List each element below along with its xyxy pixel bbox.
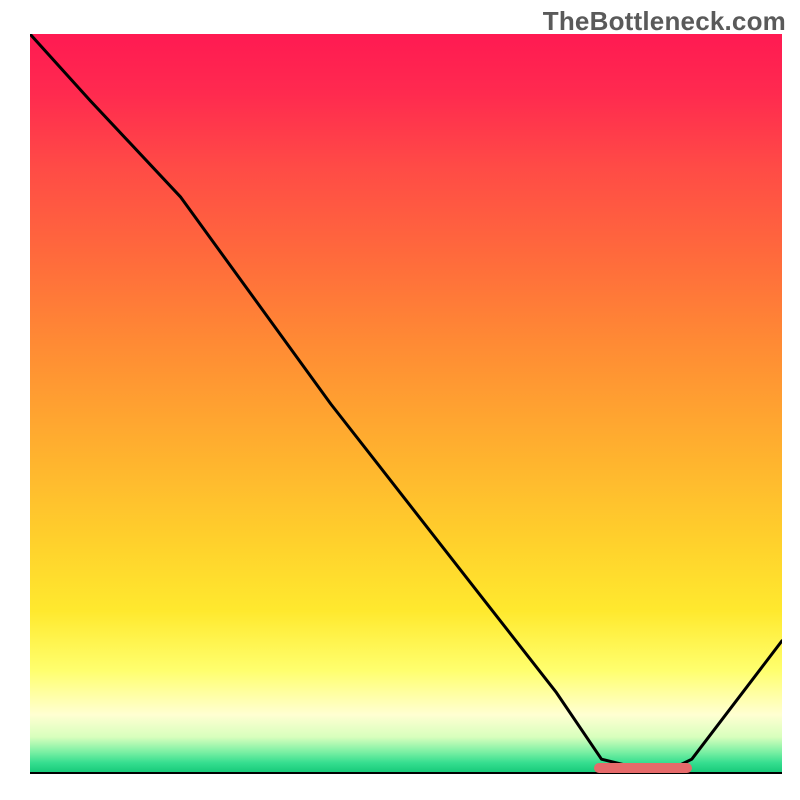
chart-frame: TheBottleneck.com <box>0 0 800 800</box>
curve-svg <box>30 34 782 774</box>
watermark-text: TheBottleneck.com <box>543 6 786 37</box>
optimal-range-marker <box>594 763 692 773</box>
plot-area <box>30 34 782 774</box>
bottleneck-curve-path <box>30 34 782 774</box>
